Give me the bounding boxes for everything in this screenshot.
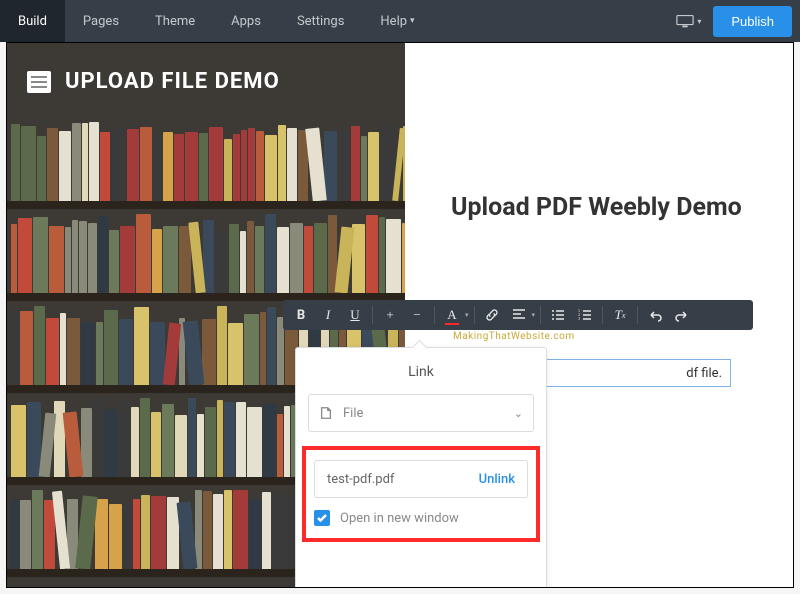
link-settings-popover: Link File ⌄ test-pdf.pdf Unlink Open in …: [295, 347, 547, 588]
chevron-down-icon: ▾: [532, 311, 536, 319]
open-new-window-label: Open in new window: [340, 511, 459, 526]
popover-title: Link: [296, 348, 546, 394]
undo-button[interactable]: [643, 303, 667, 327]
italic-button[interactable]: I: [316, 303, 340, 327]
toolbar-separator: [602, 306, 603, 324]
nav-tab-theme[interactable]: Theme: [137, 0, 213, 42]
unlink-button[interactable]: Unlink: [479, 472, 515, 487]
site-title: UPLOAD FILE DEMO: [65, 69, 280, 94]
text-editor-toolbar: B I U + − A ▾ ▾ 123 Tx: [283, 300, 753, 330]
desktop-icon: [676, 14, 694, 28]
decrease-size-button[interactable]: −: [405, 303, 429, 327]
bullet-list-button[interactable]: [546, 303, 570, 327]
nav-tab-apps[interactable]: Apps: [213, 0, 279, 42]
open-new-window-row[interactable]: Open in new window: [314, 510, 528, 526]
link-type-label: File: [343, 406, 504, 421]
chevron-down-icon: ▾: [410, 16, 415, 26]
highlighted-region: test-pdf.pdf Unlink Open in new window: [302, 446, 540, 542]
toolbar-separator: [474, 306, 475, 324]
link-button[interactable]: [480, 303, 504, 327]
chevron-down-icon: ⌄: [514, 407, 523, 420]
hamburger-menu-icon[interactable]: [27, 71, 51, 93]
linked-file-name: test-pdf.pdf: [327, 472, 479, 487]
nav-tabs: Build Pages Theme Apps Settings Help▾: [0, 0, 433, 42]
device-preview-selector[interactable]: ▾: [676, 14, 701, 28]
underline-button[interactable]: U: [343, 303, 367, 327]
text-color-button[interactable]: A: [440, 303, 464, 327]
open-new-window-checkbox[interactable]: [314, 510, 330, 526]
bold-button[interactable]: B: [289, 303, 313, 327]
chevron-down-icon: ▾: [697, 17, 701, 26]
redo-button[interactable]: [670, 303, 694, 327]
top-navigation-bar: Build Pages Theme Apps Settings Help▾ ▾ …: [0, 0, 800, 42]
file-icon: [319, 406, 333, 420]
publish-button[interactable]: Publish: [713, 6, 792, 37]
nav-tab-pages[interactable]: Pages: [65, 0, 137, 42]
clear-formatting-button[interactable]: Tx: [608, 303, 632, 327]
link-type-selector[interactable]: File ⌄: [308, 394, 534, 432]
page-heading[interactable]: Upload PDF Weebly Demo: [451, 193, 753, 223]
editor-canvas: UPLOAD FILE DEMO Upload PDF Weebly Demo …: [0, 42, 800, 594]
linked-file-row: test-pdf.pdf Unlink: [314, 460, 528, 498]
page-preview-frame: UPLOAD FILE DEMO Upload PDF Weebly Demo …: [6, 42, 794, 588]
align-button[interactable]: [507, 303, 531, 327]
increase-size-button[interactable]: +: [378, 303, 402, 327]
numbered-list-button[interactable]: 123: [573, 303, 597, 327]
hero-header: UPLOAD FILE DEMO: [7, 43, 405, 120]
sub-url-text: MakingThatWebsite.com: [453, 331, 575, 342]
nav-tab-help[interactable]: Help▾: [362, 0, 432, 42]
check-icon: [317, 514, 327, 522]
toolbar-separator: [540, 306, 541, 324]
visible-body-text: df file.: [686, 366, 722, 381]
svg-text:3: 3: [578, 316, 580, 321]
topbar-right: ▾ Publish: [676, 6, 792, 37]
nav-tab-settings[interactable]: Settings: [279, 0, 362, 42]
chevron-down-icon: ▾: [465, 311, 469, 319]
toolbar-separator: [434, 306, 435, 324]
toolbar-separator: [637, 306, 638, 324]
toolbar-separator: [372, 306, 373, 324]
nav-tab-help-label: Help: [380, 14, 407, 29]
nav-tab-build[interactable]: Build: [0, 0, 65, 42]
